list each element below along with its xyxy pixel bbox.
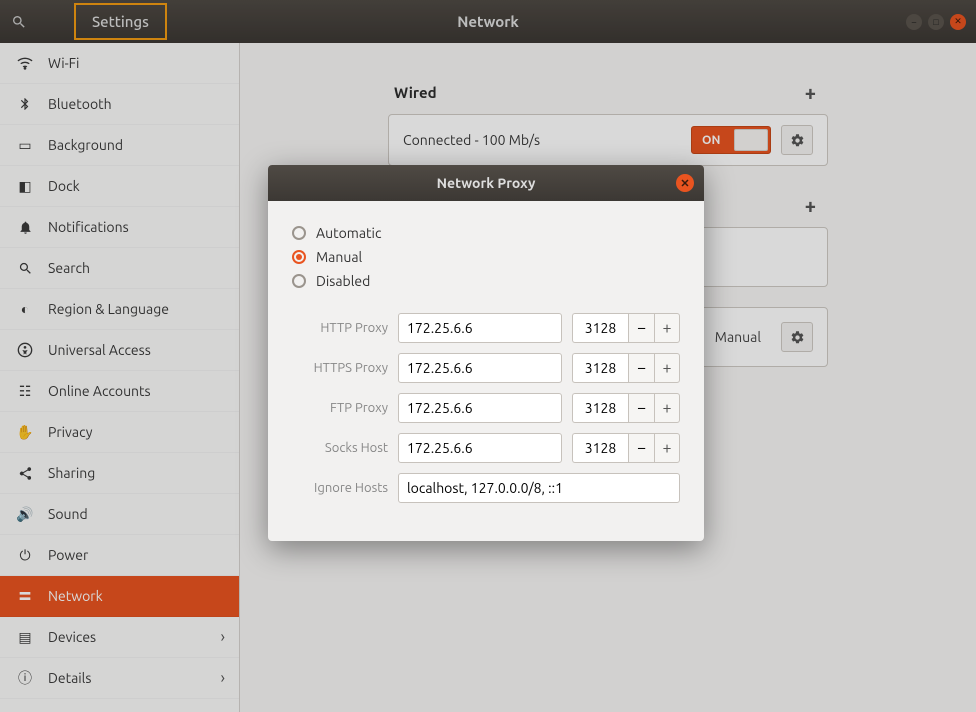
proxy-port-input[interactable]	[572, 393, 628, 423]
proxy-host-input[interactable]	[398, 353, 562, 383]
radio-manual[interactable]: Manual	[292, 245, 680, 269]
proxy-row-socks-host: Socks Host −+	[292, 433, 680, 463]
radio-label: Disabled	[316, 273, 370, 289]
dialog-title: Network Proxy	[437, 175, 536, 191]
radio-disabled[interactable]: Disabled	[292, 269, 680, 293]
proxy-label: FTP Proxy	[292, 401, 388, 415]
proxy-label: HTTPS Proxy	[292, 361, 388, 375]
radio-automatic[interactable]: Automatic	[292, 221, 680, 245]
network-proxy-dialog: Network Proxy ✕ AutomaticManualDisabled …	[268, 165, 704, 541]
port-increment-button[interactable]: +	[654, 353, 680, 383]
port-increment-button[interactable]: +	[654, 313, 680, 343]
radio-dot	[292, 226, 306, 240]
proxy-host-input[interactable]	[398, 393, 562, 423]
radio-label: Manual	[316, 249, 362, 265]
port-increment-button[interactable]: +	[654, 393, 680, 423]
proxy-row-http-proxy: HTTP Proxy −+	[292, 313, 680, 343]
proxy-row-https-proxy: HTTPS Proxy −+	[292, 353, 680, 383]
radio-label: Automatic	[316, 225, 381, 241]
dialog-close-button[interactable]: ✕	[676, 174, 694, 192]
proxy-label: HTTP Proxy	[292, 321, 388, 335]
proxy-port-input[interactable]	[572, 313, 628, 343]
proxy-mode-radio-group: Automatic Manual Disabled	[292, 221, 680, 293]
ignore-hosts-row: Ignore Hosts	[292, 473, 680, 503]
proxy-label: Socks Host	[292, 441, 388, 455]
ignore-hosts-input[interactable]	[398, 473, 680, 503]
radio-dot	[292, 274, 306, 288]
port-decrement-button[interactable]: −	[628, 313, 654, 343]
port-decrement-button[interactable]: −	[628, 353, 654, 383]
dialog-titlebar: Network Proxy ✕	[268, 165, 704, 201]
port-decrement-button[interactable]: −	[628, 393, 654, 423]
radio-dot	[292, 250, 306, 264]
proxy-host-input[interactable]	[398, 433, 562, 463]
proxy-host-input[interactable]	[398, 313, 562, 343]
proxy-port-input[interactable]	[572, 433, 628, 463]
ignore-hosts-label: Ignore Hosts	[292, 481, 388, 495]
port-increment-button[interactable]: +	[654, 433, 680, 463]
port-decrement-button[interactable]: −	[628, 433, 654, 463]
proxy-row-ftp-proxy: FTP Proxy −+	[292, 393, 680, 423]
proxy-port-input[interactable]	[572, 353, 628, 383]
